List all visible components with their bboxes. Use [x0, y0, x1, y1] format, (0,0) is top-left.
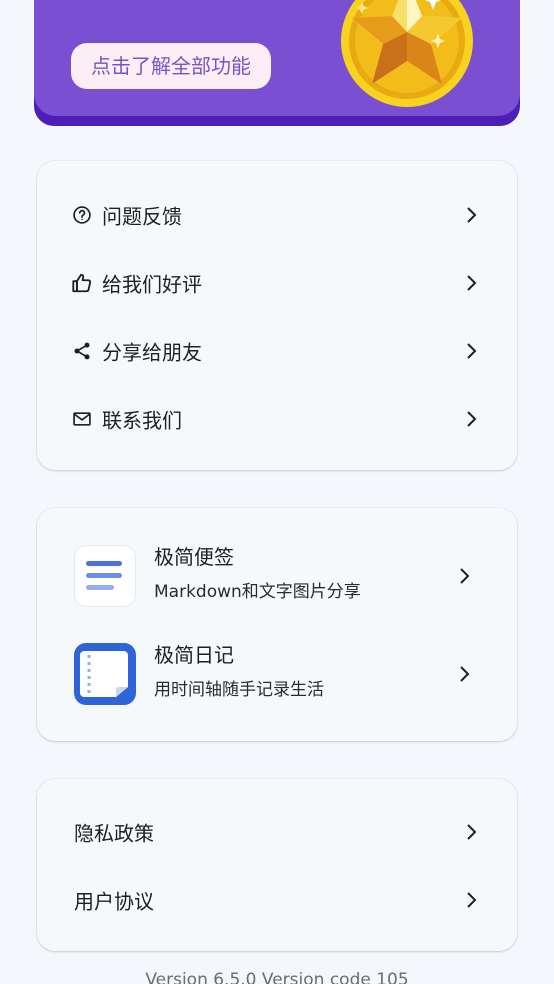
- chevron-right-icon: [460, 666, 470, 682]
- chevron-right-icon: [467, 411, 477, 427]
- view-all-features-button[interactable]: 点击了解全部功能: [71, 43, 271, 89]
- share-label: 分享给朋友: [102, 340, 202, 365]
- support-card: 问题反馈 给我们好评 分享给朋友 联系我们: [37, 161, 517, 470]
- privacy-policy-row[interactable]: 隐私政策: [37, 798, 517, 866]
- privacy-policy-label: 隐私政策: [74, 821, 154, 846]
- app-name: 极简便签: [154, 545, 234, 569]
- feedback-label: 问题反馈: [102, 204, 182, 229]
- star-medal-icon: [341, 0, 473, 107]
- thumbs-up-icon: [71, 272, 93, 294]
- chevron-right-icon: [467, 343, 477, 359]
- rate-us-label: 给我们好评: [102, 272, 202, 297]
- user-agreement-row[interactable]: 用户协议: [37, 866, 517, 934]
- share-row[interactable]: 分享给朋友: [37, 317, 517, 385]
- notes-app-icon: [74, 545, 136, 607]
- user-agreement-label: 用户协议: [74, 889, 154, 914]
- rate-us-row[interactable]: 给我们好评: [37, 249, 517, 317]
- share-icon: [71, 340, 93, 362]
- help-circle-icon: [71, 204, 93, 226]
- app-description: Markdown和文字图片分享: [154, 582, 361, 602]
- settings-page: 点击了解全部功能 问题反馈 给我们好评 分享给朋友 联系我们 极简便签 Mark…: [0, 0, 554, 984]
- chevron-right-icon: [467, 824, 477, 840]
- app-row-notes[interactable]: 极简便签 Markdown和文字图片分享: [37, 527, 517, 625]
- app-row-diary[interactable]: 极简日记 用时间轴随手记录生活: [37, 625, 517, 723]
- chevron-right-icon: [460, 568, 470, 584]
- contact-us-row[interactable]: 联系我们: [37, 385, 517, 453]
- legal-card: 隐私政策 用户协议: [37, 779, 517, 951]
- version-text: Version 6.5.0 Version code 105: [145, 970, 409, 984]
- app-description: 用时间轴随手记录生活: [154, 680, 324, 700]
- apps-card: 极简便签 Markdown和文字图片分享 极简日记 用时间轴随手记录生活: [37, 508, 517, 741]
- feedback-row[interactable]: 问题反馈: [37, 181, 517, 249]
- app-name: 极简日记: [154, 643, 234, 667]
- contact-us-label: 联系我们: [102, 408, 182, 433]
- mail-icon: [71, 408, 93, 430]
- chevron-right-icon: [467, 207, 477, 223]
- chevron-right-icon: [467, 275, 477, 291]
- premium-banner-body: 点击了解全部功能: [34, 0, 520, 116]
- chevron-right-icon: [467, 892, 477, 908]
- premium-banner: 点击了解全部功能: [34, 0, 520, 126]
- diary-app-icon: [74, 643, 136, 705]
